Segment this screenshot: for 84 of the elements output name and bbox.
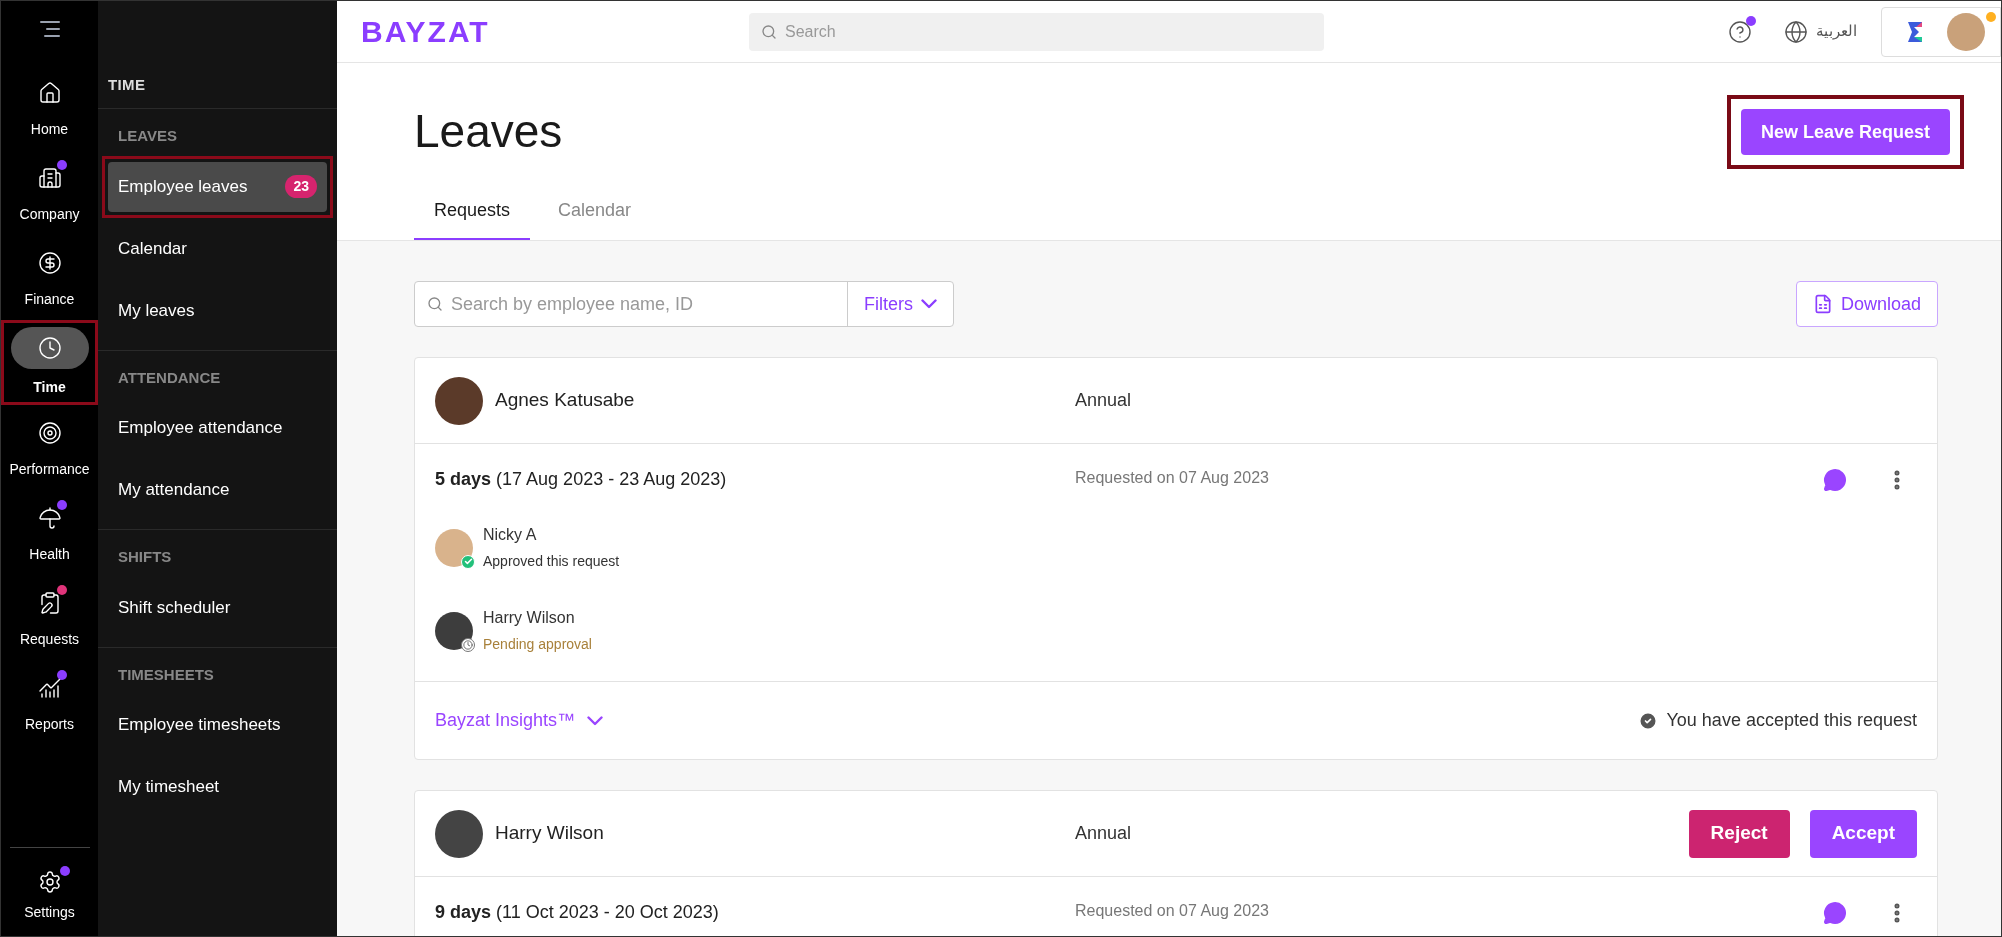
search-icon <box>427 296 443 312</box>
nav-item[interactable]: Time <box>1 320 98 405</box>
nav-item[interactable]: Settings <box>24 856 75 936</box>
leave-duration: 9 days (11 Oct 2023 - 20 Oct 2023) <box>435 901 720 924</box>
tab[interactable]: Requests <box>414 197 531 240</box>
nav-label: Reports <box>25 715 74 734</box>
search-icon <box>761 23 777 40</box>
nav-label: Settings <box>24 902 75 922</box>
filters-button[interactable]: Filters <box>847 282 953 326</box>
nav-label: Home <box>30 120 69 139</box>
approver-name: Nicky A <box>483 525 538 545</box>
help-icon[interactable] <box>1728 19 1752 44</box>
employee-name: Harry Wilson <box>495 821 605 846</box>
sidebar-item-label: My attendance <box>118 479 230 502</box>
globe-icon[interactable] <box>1784 19 1808 44</box>
check-circle-icon <box>1638 710 1659 731</box>
app-logo[interactable]: BAYZAT <box>361 9 741 54</box>
search-input[interactable]: Search <box>785 19 1312 44</box>
avatar <box>435 376 483 425</box>
approver-name: Harry Wilson <box>483 608 576 628</box>
accepted-status: You have accepted this request <box>1666 709 1917 732</box>
sidebar-item[interactable]: Employee leaves 23 <box>108 161 327 212</box>
avatar <box>435 528 473 567</box>
sidebar-item-label: Shift scheduler <box>118 596 231 619</box>
nav-label: Performance <box>9 460 90 479</box>
section-heading: TIMESHEETS <box>117 664 215 685</box>
avatar <box>1946 12 1985 51</box>
new-leave-request-button[interactable]: New Leave Request <box>1740 109 1950 155</box>
count-badge: 23 <box>285 175 317 198</box>
nav-label: Finance <box>24 290 75 309</box>
section-heading: ATTENDANCE <box>117 367 222 388</box>
employee-name: Agnes Katusabe <box>495 388 636 413</box>
chart-icon <box>37 676 62 700</box>
nav-item[interactable]: Health <box>1 490 98 575</box>
chevron-down-icon <box>921 299 937 309</box>
reject-button[interactable]: Reject <box>1688 809 1790 858</box>
dollar-icon <box>37 251 62 275</box>
sidebar-item-label: Calendar <box>118 237 187 260</box>
chevron-down-icon <box>587 715 604 726</box>
building-icon <box>37 166 62 190</box>
download-button[interactable]: Download <box>1795 281 1938 327</box>
insights-toggle[interactable]: Bayzat Insights™ <box>435 707 604 734</box>
home-icon <box>37 81 62 105</box>
nav-item[interactable]: Finance <box>1 235 98 320</box>
nav-item[interactable]: Company <box>1 150 98 235</box>
comment-icon[interactable] <box>1823 901 1847 925</box>
umbrella-icon <box>37 506 62 530</box>
account-switcher[interactable] <box>1881 6 2001 57</box>
avatar <box>435 611 473 650</box>
section-heading: LEAVES <box>117 126 178 146</box>
employee-search-field[interactable]: Search by employee name, ID Filters <box>414 281 954 327</box>
nav-item[interactable]: Requests <box>1 575 98 660</box>
settings-icon <box>37 869 62 894</box>
nav-label: Requests <box>19 630 80 649</box>
nav-label: Time <box>33 378 66 397</box>
sidebar-item-label: Employee timesheets <box>118 714 281 737</box>
language-link[interactable]: العربية <box>1816 20 1857 43</box>
approval-status: Approved this request <box>483 552 620 571</box>
search-input[interactable]: Search by employee name, ID <box>451 290 835 318</box>
avatar <box>435 809 483 858</box>
approval-status: Pending approval <box>483 635 592 654</box>
sidebar-title: TIME <box>108 74 146 95</box>
accept-button[interactable]: Accept <box>1809 809 1917 858</box>
requested-date: Requested on 07 Aug 2023 <box>1075 901 1269 921</box>
search-field[interactable]: Search <box>749 12 1324 51</box>
sidebar-item-label: My leaves <box>118 299 195 322</box>
section-heading: SHIFTS <box>117 547 173 567</box>
nav-item[interactable]: Performance <box>1 405 98 490</box>
requested-date: Requested on 07 Aug 2023 <box>1075 468 1269 488</box>
target-icon <box>37 421 62 445</box>
nav-item[interactable]: Reports <box>1 660 98 745</box>
page-title: Leaves <box>414 104 563 159</box>
sidebar-item-label: Employee attendance <box>118 417 283 440</box>
nav-label: Company <box>19 205 80 224</box>
clock-icon <box>37 336 62 360</box>
nav-item[interactable]: Home <box>1 65 98 150</box>
comment-icon[interactable] <box>1823 468 1847 492</box>
tab[interactable]: Calendar <box>538 197 652 240</box>
leave-type: Annual <box>1075 822 1132 845</box>
nav-label: Health <box>29 545 70 564</box>
sidebar-item-label: My timesheet <box>118 776 220 799</box>
sidebar-item-label: Employee leaves <box>118 175 248 198</box>
leave-duration: 5 days (17 Aug 2023 - 23 Aug 2023) <box>435 468 728 491</box>
leave-type: Annual <box>1075 389 1132 412</box>
